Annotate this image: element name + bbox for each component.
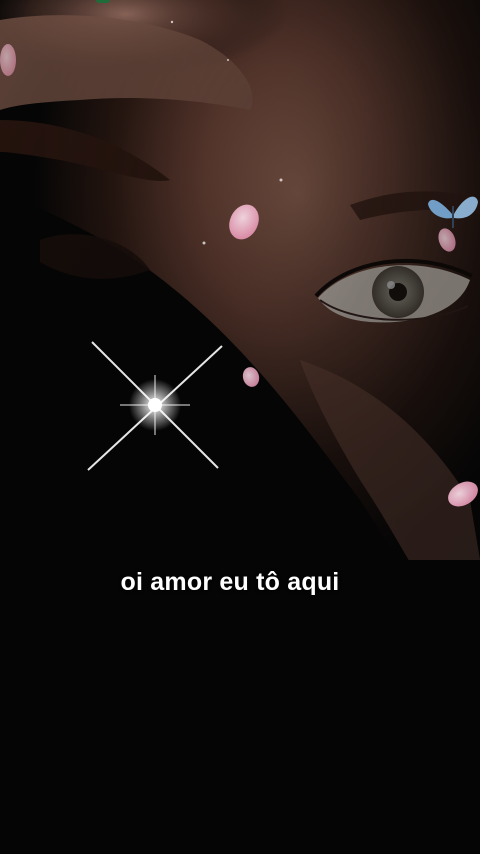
- video-frame: oi amor eu tô aqui: [0, 0, 480, 854]
- status-bar-indicator: [96, 0, 110, 3]
- caption-text: oi amor eu tô aqui: [120, 568, 340, 596]
- face-closeup-illustration: [0, 0, 480, 854]
